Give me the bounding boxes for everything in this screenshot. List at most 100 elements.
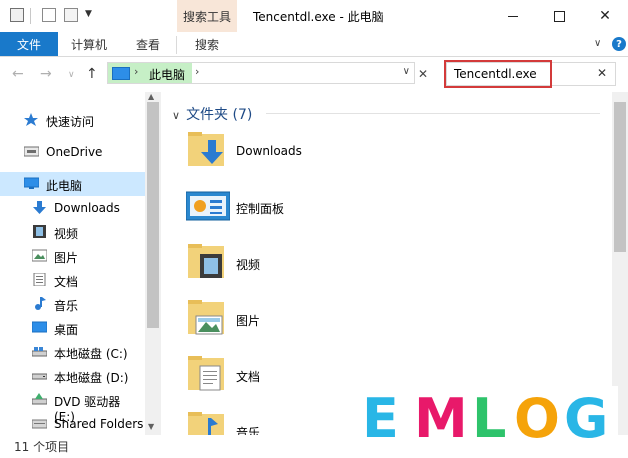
qat-dropdown-icon[interactable]: ▼ xyxy=(85,9,92,19)
dvd-drive-icon xyxy=(32,393,47,405)
picture-icon xyxy=(32,249,47,262)
folder-label: Downloads xyxy=(236,144,302,158)
group-header[interactable]: ∨ 文件夹 (7) xyxy=(172,104,252,124)
content-pane: ∨ 文件夹 (7) Downloads 控制面板 视频 图片 文档 音乐 xyxy=(162,92,612,446)
maximize-button[interactable] xyxy=(536,0,582,32)
search-highlight-box xyxy=(444,60,552,88)
nav-item-label: 视频 xyxy=(54,227,79,241)
control-panel-icon xyxy=(186,191,230,221)
maximize-icon xyxy=(553,10,565,22)
address-field[interactable]: › 此电脑 › ∨ xyxy=(107,62,415,84)
watermark-letter: G xyxy=(564,387,609,450)
watermark-letter: M xyxy=(414,387,468,450)
group-title: 文件夹 (7) xyxy=(186,107,253,123)
new-folder-icon[interactable] xyxy=(64,8,78,22)
nav-item-onedrive[interactable]: OneDrive xyxy=(0,140,145,164)
content-scrollbar[interactable] xyxy=(612,92,628,435)
tab-search[interactable]: 搜索 xyxy=(177,32,237,56)
nav-item-quick-access[interactable]: 快速访问 xyxy=(0,108,145,132)
shared-folder-icon xyxy=(32,419,47,429)
window-title: Tencentdl.exe - 此电脑 xyxy=(253,10,384,24)
scrollbar-thumb[interactable] xyxy=(147,102,159,328)
nav-item-label: 快速访问 xyxy=(46,115,95,129)
stop-search-icon[interactable]: ✕ xyxy=(418,67,428,81)
watermark-letter: E xyxy=(362,387,399,450)
nav-item-label: 图片 xyxy=(54,251,79,265)
nav-item-documents[interactable]: 文档 xyxy=(0,268,145,292)
tab-view[interactable]: 查看 xyxy=(120,32,176,56)
close-icon: ✕ xyxy=(599,8,611,24)
folder-item-control-panel[interactable]: 控制面板 xyxy=(186,186,446,234)
drive-icon xyxy=(32,347,47,357)
tab-computer[interactable]: 计算机 xyxy=(58,32,120,56)
recent-locations-icon[interactable]: ∨ xyxy=(68,70,75,80)
nav-item-label: 文档 xyxy=(54,275,79,289)
chevron-right-icon[interactable]: › xyxy=(134,65,138,78)
documents-folder-icon xyxy=(188,356,224,391)
nav-item-shared-folders[interactable]: Shared Folders xyxy=(0,412,145,436)
desktop-icon xyxy=(32,321,47,333)
clear-search-icon[interactable]: ✕ xyxy=(597,66,607,80)
back-arrow-icon[interactable]: ← xyxy=(12,66,24,82)
nav-item-desktop[interactable]: 桌面 xyxy=(0,316,145,340)
star-pin-icon xyxy=(24,113,38,126)
nav-item-pictures[interactable]: 图片 xyxy=(0,244,145,268)
title-bar: ▼ 搜索工具 Tencentdl.exe - 此电脑 ✕ xyxy=(0,0,628,32)
nav-item-label: Downloads xyxy=(54,201,120,215)
cloud-icon xyxy=(24,146,39,157)
folder-label: 图片 xyxy=(236,314,261,328)
minimize-icon xyxy=(508,15,518,17)
download-arrow-icon xyxy=(33,201,46,214)
scroll-down-icon[interactable]: ▼ xyxy=(148,422,154,431)
minimize-button[interactable] xyxy=(490,0,536,32)
help-icon[interactable]: ? xyxy=(612,37,626,51)
tab-search-tools: 搜索工具 xyxy=(177,0,237,32)
drive-icon xyxy=(32,373,47,380)
close-button[interactable]: ✕ xyxy=(582,0,628,32)
nav-item-drive-d[interactable]: 本地磁盘 (D:) xyxy=(0,364,145,388)
emlog-watermark: E M L O G xyxy=(336,386,618,457)
nav-item-music[interactable]: 音乐 xyxy=(0,292,145,316)
item-count: 11 个项目 xyxy=(14,440,70,454)
scrollbar-thumb[interactable] xyxy=(614,102,626,252)
folder-item-videos[interactable]: 视频 xyxy=(186,242,446,290)
nav-item-label: OneDrive xyxy=(46,145,103,159)
folder-item-downloads[interactable]: Downloads xyxy=(186,130,446,178)
folder-item-pictures[interactable]: 图片 xyxy=(186,298,446,346)
pictures-folder-icon xyxy=(188,300,224,335)
group-divider xyxy=(266,113,600,114)
ribbon-tabs: 文件 计算机 查看 搜索 ∨ xyxy=(0,32,628,57)
document-icon xyxy=(33,273,46,286)
navigation-pane: 快速访问 OneDrive 此电脑 Downloads 视频 图片 文档 音乐 … xyxy=(0,92,162,435)
tab-file[interactable]: 文件 xyxy=(0,32,58,56)
nav-item-this-pc[interactable]: 此电脑 xyxy=(0,172,145,196)
chevron-right-icon[interactable]: › xyxy=(195,65,199,78)
address-dropdown-icon[interactable]: ∨ xyxy=(403,66,410,77)
qat-separator xyxy=(30,8,31,24)
ribbon-expand-icon[interactable]: ∨ xyxy=(594,38,601,49)
nav-item-label: 本地磁盘 (D:) xyxy=(54,371,129,385)
chevron-down-icon: ∨ xyxy=(172,109,181,122)
videos-folder-icon xyxy=(188,244,224,278)
address-path[interactable]: 此电脑 xyxy=(149,66,185,83)
computer-icon xyxy=(24,177,39,189)
properties-icon[interactable] xyxy=(10,8,24,22)
nav-item-drive-c[interactable]: 本地磁盘 (C:) xyxy=(0,340,145,364)
navigation-scrollbar[interactable]: ▲ ▼ xyxy=(145,92,161,435)
up-arrow-icon[interactable]: ↑ xyxy=(86,66,98,82)
folder-label: 视频 xyxy=(236,258,261,272)
forward-arrow-icon[interactable]: → xyxy=(40,66,52,82)
nav-item-videos[interactable]: 视频 xyxy=(0,220,145,244)
nav-item-downloads[interactable]: Downloads xyxy=(0,196,145,220)
scroll-up-icon[interactable]: ▲ xyxy=(148,92,154,101)
nav-item-label: 本地磁盘 (C:) xyxy=(54,347,128,361)
nav-item-label: 此电脑 xyxy=(46,179,83,193)
watermark-letter: O xyxy=(514,387,560,450)
nav-item-dvd-drive[interactable]: DVD 驱动器 (E:) xyxy=(0,388,145,424)
video-icon xyxy=(33,225,46,238)
nav-item-label: Shared Folders xyxy=(54,417,144,431)
folder-label: 控制面板 xyxy=(236,202,285,216)
music-note-icon xyxy=(35,297,46,310)
computer-icon xyxy=(112,67,130,80)
checklist-icon[interactable] xyxy=(42,8,56,22)
